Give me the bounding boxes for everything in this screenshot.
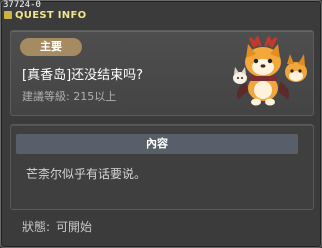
content-header: 內容 — [16, 134, 298, 154]
window-title-text: QUEST INFO — [15, 10, 87, 21]
quest-level-requirement: 建議等級: 215以上 — [22, 90, 117, 103]
status-label: 狀態: — [22, 220, 51, 234]
content-text: 芒柰尔似乎有话要说。 — [26, 167, 147, 181]
window-title: QUEST INFO — [4, 10, 86, 22]
quest-id-label: 37724-0 — [3, 0, 41, 10]
quest-title-icon — [4, 11, 12, 19]
quest-name: [真香岛]还没结束吗? — [22, 68, 144, 83]
quest-category-badge: 主要 — [20, 38, 82, 56]
status-value: 可開始 — [56, 220, 93, 234]
quest-status: 狀態: 可開始 — [22, 220, 92, 234]
dog-npc-icon — [233, 36, 307, 106]
